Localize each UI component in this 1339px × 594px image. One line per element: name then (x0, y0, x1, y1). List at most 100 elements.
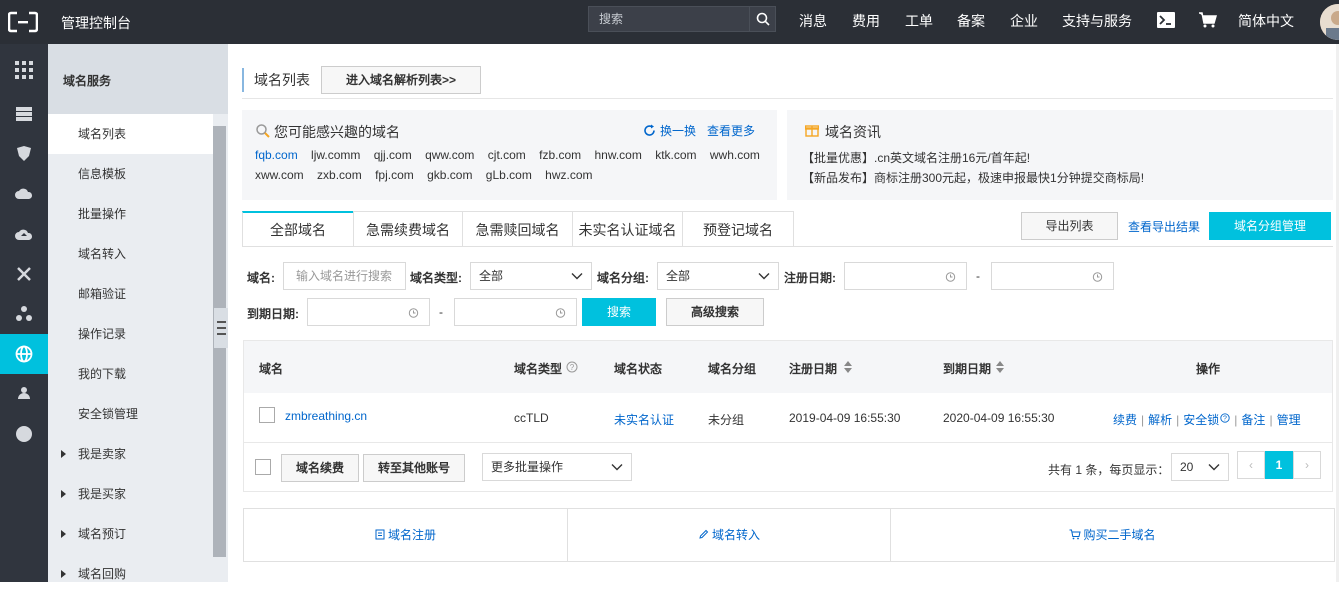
suggested-domain[interactable]: fpj.com (375, 168, 414, 182)
news-line[interactable]: 【批量优惠】.cn英文域名注册16元/首年起! (802, 149, 1030, 166)
sidebar-item-transfer-in[interactable]: 域名转入 (48, 234, 213, 274)
sidebar-group-seller[interactable]: 我是卖家 (48, 434, 213, 474)
manage-link[interactable]: 管理 (1277, 413, 1301, 427)
nav-enterprise[interactable]: 企业 (1010, 11, 1038, 31)
reg-date-end[interactable] (991, 262, 1114, 290)
tab-all-domains[interactable]: 全部域名 (242, 211, 354, 247)
type-select[interactable]: 全部 (470, 262, 592, 290)
products-menu[interactable] (0, 50, 48, 90)
suggested-domain[interactable]: gkb.com (427, 168, 472, 182)
sidebar-group-reserve[interactable]: 域名预订 (48, 514, 213, 554)
exp-date-start[interactable] (307, 298, 430, 326)
help-icon[interactable]: ? (566, 361, 578, 373)
enter-dns-list-button[interactable]: 进入域名解析列表>> (321, 66, 481, 94)
batch-actions-select[interactable]: 更多批量操作 (482, 453, 632, 481)
suggested-domain[interactable]: fzb.com (539, 148, 581, 162)
nav-network[interactable] (0, 254, 48, 294)
sidebar-group-buyer[interactable]: 我是买家 (48, 474, 213, 514)
terminal-icon[interactable] (1157, 12, 1175, 28)
sidebar-item-batch[interactable]: 批量操作 (48, 194, 213, 234)
view-more-link[interactable]: 查看更多 (707, 122, 755, 139)
nav-tickets[interactable]: 工单 (905, 11, 933, 31)
suggested-domain[interactable]: qww.com (425, 148, 474, 162)
avatar[interactable] (1320, 4, 1339, 40)
tab-pre-registered[interactable]: 预登记域名 (682, 211, 794, 247)
domain-group-manage-button[interactable]: 域名分组管理 (1209, 212, 1331, 240)
register-domain-link[interactable]: 域名注册 (244, 509, 567, 561)
suggested-domain[interactable]: zxb.com (317, 168, 362, 182)
buy-second-hand-link[interactable]: 购买二手域名 (891, 509, 1334, 561)
aliyun-logo-icon[interactable] (8, 9, 38, 35)
sidebar-item-security-lock[interactable]: 安全锁管理 (48, 394, 213, 434)
suggested-domain[interactable]: ktk.com (655, 148, 696, 162)
suggested-domain[interactable]: hnw.com (595, 148, 642, 162)
reg-date: 2019-04-09 16:55:30 (789, 411, 901, 425)
sidebar-collapse-toggle[interactable] (214, 308, 228, 348)
sort-icon[interactable] (995, 360, 1005, 374)
nav-database[interactable] (0, 94, 48, 134)
domain-status-link[interactable]: 未实名认证 (614, 411, 674, 428)
renew-domains-button[interactable]: 域名续费 (281, 454, 359, 482)
transfer-account-button[interactable]: 转至其他账号 (363, 454, 465, 482)
nav-domain[interactable] (0, 334, 48, 374)
tab-unverified[interactable]: 未实名认证域名 (572, 211, 683, 247)
help-icon[interactable]: ? (1220, 413, 1230, 423)
group-select[interactable]: 全部 (657, 262, 779, 290)
nav-shield[interactable] (0, 134, 48, 174)
tab-redeem-needed[interactable]: 急需赎回域名 (462, 211, 573, 247)
search-submit-button[interactable]: 搜索 (582, 298, 656, 326)
row-checkbox[interactable] (259, 407, 275, 423)
cart-icon[interactable] (1199, 12, 1217, 28)
nav-cloud-sync[interactable] (0, 174, 48, 214)
search-button[interactable] (749, 7, 775, 31)
suggested-domain[interactable]: cjt.com (488, 148, 526, 162)
next-page-button[interactable]: › (1293, 451, 1321, 479)
col-exp-date[interactable]: 到期日期 (943, 360, 991, 377)
view-export-results-link[interactable]: 查看导出结果 (1128, 218, 1200, 235)
swap-link[interactable]: 换一换 (660, 122, 696, 139)
prev-page-button[interactable]: ‹ (1237, 451, 1265, 479)
suggested-domain[interactable]: fqb.com (255, 148, 298, 162)
domain-name-link[interactable]: zmbreathing.cn (285, 409, 367, 423)
page-size-select[interactable]: 20 (1171, 453, 1229, 481)
sort-icon[interactable] (843, 360, 853, 374)
reg-date-start[interactable] (844, 262, 967, 290)
domain-search-input[interactable]: 输入域名进行搜索 (283, 262, 406, 290)
transfer-in-link[interactable]: 域名转入 (568, 509, 890, 561)
col-reg-date[interactable]: 注册日期 (789, 360, 837, 377)
nav-cluster[interactable] (0, 294, 48, 334)
tab-renew-needed[interactable]: 急需续费域名 (353, 211, 463, 247)
console-title[interactable]: 管理控制台 (61, 13, 131, 33)
nav-cloud-upload[interactable] (0, 214, 48, 254)
page-1-button[interactable]: 1 (1265, 451, 1293, 479)
sidebar-item-downloads[interactable]: 我的下载 (48, 354, 213, 394)
nav-circle[interactable] (0, 414, 48, 454)
suggested-domain[interactable]: gLb.com (486, 168, 532, 182)
suggested-domain[interactable]: xww.com (255, 168, 304, 182)
resolve-link[interactable]: 解析 (1148, 413, 1172, 427)
renew-link[interactable]: 续费 (1113, 413, 1137, 427)
top-search-input[interactable] (589, 7, 749, 31)
exp-date-end[interactable] (454, 298, 577, 326)
select-all-checkbox[interactable] (255, 459, 271, 475)
sidebar-item-email-verify[interactable]: 邮箱验证 (48, 274, 213, 314)
nav-billing[interactable]: 费用 (852, 11, 880, 31)
sidebar-item-domain-list[interactable]: 域名列表 (48, 114, 213, 154)
nav-cdn[interactable] (0, 374, 48, 414)
suggested-domain[interactable]: qjj.com (374, 148, 412, 162)
export-list-button[interactable]: 导出列表 (1021, 212, 1118, 240)
news-line[interactable]: 【新品发布】商标注册300元起，极速申报最快1分钟提交商标局! (802, 169, 1144, 186)
suggested-domain[interactable]: wwh.com (710, 148, 760, 162)
suggested-domain[interactable]: hwz.com (545, 168, 592, 182)
suggested-domain[interactable]: ljw.comm (311, 148, 360, 162)
nav-messages[interactable]: 消息 (799, 11, 827, 31)
advanced-search-button[interactable]: 高级搜索 (666, 298, 764, 326)
sidebar-item-info-template[interactable]: 信息模板 (48, 154, 213, 194)
nav-icp[interactable]: 备案 (957, 11, 985, 31)
sidebar-item-op-log[interactable]: 操作记录 (48, 314, 213, 354)
sidebar-group-buyback[interactable]: 域名回购 (48, 554, 213, 594)
note-link[interactable]: 备注 (1241, 413, 1265, 427)
nav-support[interactable]: 支持与服务 (1062, 11, 1132, 31)
language-switch[interactable]: 简体中文 (1238, 11, 1294, 31)
security-lock-link[interactable]: 安全锁 (1183, 413, 1219, 427)
